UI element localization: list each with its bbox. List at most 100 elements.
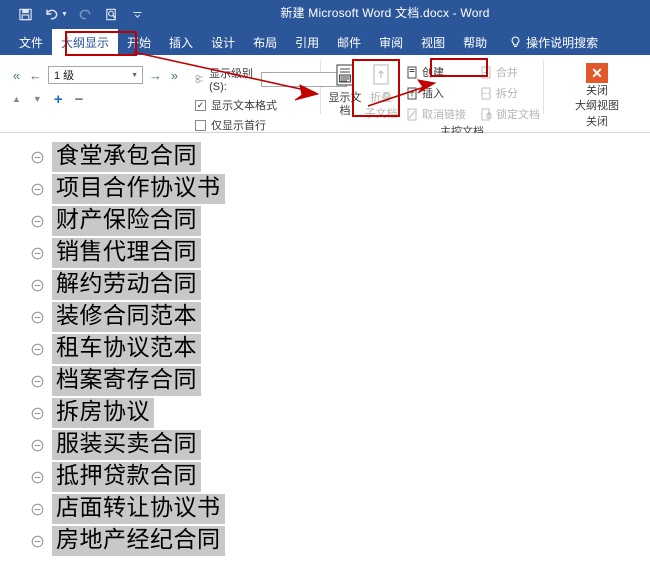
outline-collapsed-marker[interactable] [30, 502, 52, 517]
outline-level-controls: « ← 1 级 ▼ → » ▲ ▼ + − [0, 59, 181, 107]
tab-insert[interactable]: 插入 [160, 29, 202, 55]
merge-icon [481, 66, 491, 78]
ribbon-tabs: 文件 大纲显示 开始 插入 设计 布局 引用 邮件 审阅 视图 帮助 操作说明搜… [0, 29, 650, 55]
outline-item-7[interactable]: 档案寄存合同 [0, 365, 650, 397]
collapse-subdocuments-button: 折叠 子文档 [363, 59, 399, 120]
show-first-line-only-checkbox[interactable] [195, 119, 206, 131]
outline-collapsed-marker[interactable] [30, 182, 52, 197]
outline-item-text: 装修合同范本 [52, 302, 201, 332]
window-title: 新建 Microsoft Word 文档.docx - Word [280, 6, 490, 20]
outline-item-1[interactable]: 项目合作协议书 [0, 173, 650, 205]
lightbulb-icon [511, 36, 520, 47]
outline-collapsed-marker[interactable] [30, 470, 52, 485]
show-text-formatting-checkbox[interactable]: ✓ [195, 99, 206, 111]
outline-collapsed-marker[interactable] [30, 246, 52, 261]
outline-level-dropdown[interactable]: 1 级 ▼ [48, 66, 143, 84]
tab-layout[interactable]: 布局 [244, 29, 286, 55]
split-subdocument-button: 拆分 [477, 84, 543, 102]
outline-collapsed-marker[interactable] [30, 534, 52, 549]
tab-help[interactable]: 帮助 [454, 29, 496, 55]
outline-item-0[interactable]: 食堂承包合同 [0, 141, 650, 173]
expand-button[interactable]: + [54, 92, 63, 107]
outline-collapsed-marker[interactable] [30, 374, 52, 389]
tab-outline[interactable]: 大纲显示 [52, 29, 119, 55]
outline-collapsed-marker[interactable] [30, 438, 52, 453]
create-label: 创建 [422, 67, 444, 79]
tab-references[interactable]: 引用 [286, 29, 328, 55]
outline-item-text: 服装买卖合同 [52, 430, 201, 460]
outline-item-12[interactable]: 房地产经纪合同 [0, 525, 650, 557]
chevron-down-icon: ▼ [131, 71, 138, 79]
tab-file[interactable]: 文件 [10, 29, 52, 55]
collapse-subdocuments-icon [373, 64, 389, 85]
outline-item-text: 拆房协议 [52, 398, 154, 428]
outline-item-6[interactable]: 租车协议范本 [0, 333, 650, 365]
close-outline-view-button[interactable]: ✕ 关闭 大纲视图 [575, 59, 619, 113]
show-document-label: 显示文档 [328, 92, 362, 117]
outline-collapsed-marker[interactable] [30, 214, 52, 229]
document-outline-area[interactable]: 食堂承包合同 项目合作协议书 财产保险合同 销售代理合同 解约劳动合同 装修合同… [0, 133, 650, 579]
outline-level-value: 1 级 [54, 70, 75, 82]
insert-subdocument-button[interactable]: 插入 [403, 84, 469, 102]
outline-collapsed-marker[interactable] [30, 310, 52, 325]
ribbon: « ← 1 级 ▼ → » ▲ ▼ + − 显示级别(S): ✓ 显示文本格式 … [0, 55, 650, 148]
outline-item-text: 销售代理合同 [52, 238, 201, 268]
show-level-label: 显示级别(S): [209, 68, 254, 93]
collapse-button[interactable]: − [75, 92, 84, 107]
tell-me-search[interactable]: 操作说明搜索 [496, 29, 606, 55]
merge-label: 合并 [496, 67, 518, 79]
group-label-close: 关闭 [586, 116, 608, 129]
lock-icon [481, 108, 492, 120]
outline-item-5[interactable]: 装修合同范本 [0, 301, 650, 333]
lock-document-label: 锁定文档 [496, 109, 540, 121]
merge-subdocuments-button: 合并 [477, 63, 543, 81]
close-outline-view-label-1: 关闭 [586, 85, 608, 97]
outline-item-text: 财产保险合同 [52, 206, 201, 236]
collapse-subdocuments-label: 折叠 [370, 92, 392, 104]
tab-review[interactable]: 审阅 [370, 29, 412, 55]
tab-home[interactable]: 开始 [118, 29, 160, 55]
outline-item-text: 房地产经纪合同 [52, 526, 225, 556]
outline-item-text: 抵押贷款合同 [52, 462, 201, 492]
outline-item-11[interactable]: 店面转让协议书 [0, 493, 650, 525]
show-document-button[interactable]: 显示文档 [327, 59, 363, 117]
promote-button[interactable]: ← [29, 69, 42, 82]
split-icon [481, 87, 491, 99]
outline-item-text: 租车协议范本 [52, 334, 201, 364]
outline-item-8[interactable]: 拆房协议 [0, 397, 650, 429]
show-level-icon [195, 75, 203, 84]
group-outline-tools: « ← 1 级 ▼ → » ▲ ▼ + − 显示级别(S): ✓ 显示文本格式 … [0, 55, 347, 148]
tab-design[interactable]: 设计 [202, 29, 244, 55]
outline-item-text: 店面转让协议书 [52, 494, 225, 524]
demote-to-body-button[interactable]: » [168, 69, 181, 82]
outline-item-text: 解约劳动合同 [52, 270, 201, 300]
promote-to-heading1-button[interactable]: « [10, 69, 23, 82]
title-bar: ▼ 新建 Microsoft Word 文档.docx - Word [0, 0, 650, 29]
outline-item-10[interactable]: 抵押贷款合同 [0, 461, 650, 493]
outline-item-text: 食堂承包合同 [52, 142, 201, 172]
move-up-button[interactable]: ▲ [12, 95, 21, 104]
unlink-subdocument-button: 取消链接 [403, 105, 469, 123]
outline-collapsed-marker[interactable] [30, 150, 52, 165]
outline-item-3[interactable]: 销售代理合同 [0, 237, 650, 269]
show-first-line-only-label: 仅显示首行 [211, 120, 266, 132]
collapse-subdocuments-label2: 子文档 [364, 107, 398, 120]
demote-button[interactable]: → [149, 69, 162, 82]
move-down-button[interactable]: ▼ [33, 95, 42, 104]
create-subdocument-button[interactable]: 创建 [403, 63, 469, 81]
master-doc-col-1: 创建 插入 取消链接 [399, 59, 469, 123]
tab-view[interactable]: 视图 [412, 29, 454, 55]
outline-item-text: 项目合作协议书 [52, 174, 225, 204]
tab-mailings[interactable]: 邮件 [328, 29, 370, 55]
group-master-document: 显示文档 折叠 子文档 创建 插入 取消链接 合并 拆分 锁定文档 主控文档 [321, 55, 543, 138]
outline-item-2[interactable]: 财产保险合同 [0, 205, 650, 237]
outline-collapsed-marker[interactable] [30, 406, 52, 421]
outline-collapsed-marker[interactable] [30, 342, 52, 357]
outline-item-9[interactable]: 服装买卖合同 [0, 429, 650, 461]
outline-item-4[interactable]: 解约劳动合同 [0, 269, 650, 301]
outline-collapsed-marker[interactable] [30, 278, 52, 293]
unlink-icon [407, 108, 417, 120]
insert-label: 插入 [422, 88, 444, 100]
insert-document-icon [407, 87, 417, 99]
unlink-label: 取消链接 [422, 109, 466, 121]
